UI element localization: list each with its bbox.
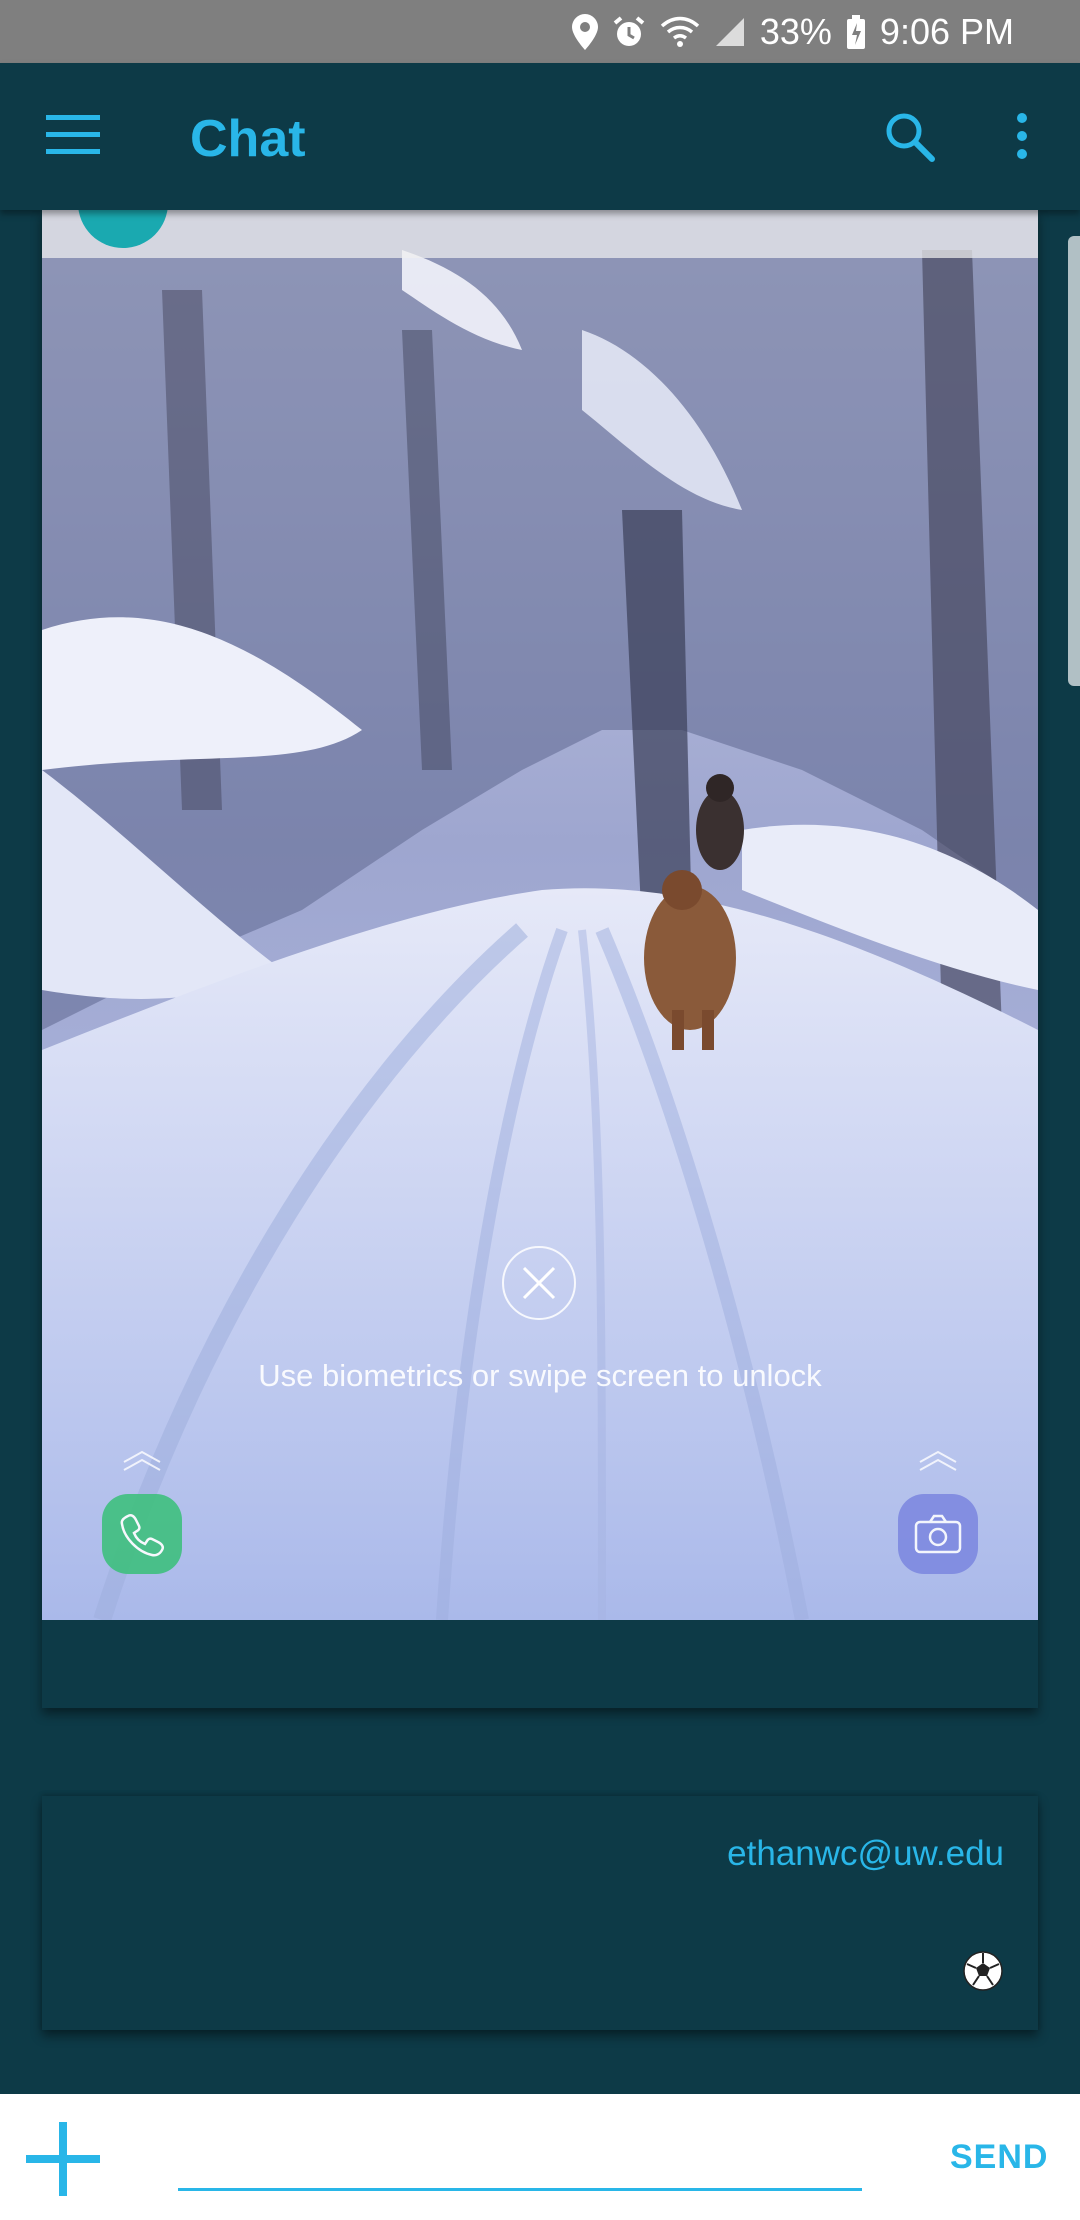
menu-icon[interactable] xyxy=(46,115,100,160)
notification-strip xyxy=(42,210,1038,258)
camera-icon[interactable] xyxy=(898,1494,978,1574)
phone-icon[interactable] xyxy=(102,1494,182,1574)
battery-label: 33% xyxy=(759,10,832,52)
send-button[interactable]: SEND xyxy=(950,2138,1048,2177)
message-composer: SEND xyxy=(0,2094,1080,2220)
soccer-ball-icon xyxy=(962,1950,1004,1997)
message-photo[interactable]: Use biometrics or swipe screen to unlock xyxy=(42,210,1038,1620)
clock-label: 9:06 PM xyxy=(879,10,1014,52)
snowy-trail-image xyxy=(42,210,1038,1620)
location-icon xyxy=(571,13,598,50)
status-bar: 33% 9:06 PM xyxy=(0,0,1080,63)
close-icon[interactable] xyxy=(502,1246,576,1320)
image-message-card[interactable]: Use biometrics or swipe screen to unlock xyxy=(42,210,1038,1708)
chevron-up-icon xyxy=(122,1450,162,1477)
app-bar: Chat xyxy=(0,63,1080,210)
more-vert-icon[interactable] xyxy=(1010,111,1034,166)
chevron-up-icon xyxy=(918,1450,958,1477)
search-icon[interactable] xyxy=(884,111,936,168)
scrollbar[interactable] xyxy=(1068,236,1080,686)
unlock-hint: Use biometrics or swipe screen to unlock xyxy=(258,1358,822,1393)
signal-icon xyxy=(714,16,746,48)
plus-icon[interactable] xyxy=(24,2120,102,2203)
page-title: Chat xyxy=(190,110,306,168)
message-input[interactable] xyxy=(178,2122,862,2191)
message-sender: ethanwc@uw.edu xyxy=(727,1834,1004,1873)
text-message-card[interactable]: ethanwc@uw.edu xyxy=(42,1796,1038,2030)
battery-charging-icon xyxy=(846,14,866,49)
avatar xyxy=(78,210,168,248)
wifi-icon xyxy=(660,16,700,48)
alarm-icon xyxy=(612,15,646,49)
